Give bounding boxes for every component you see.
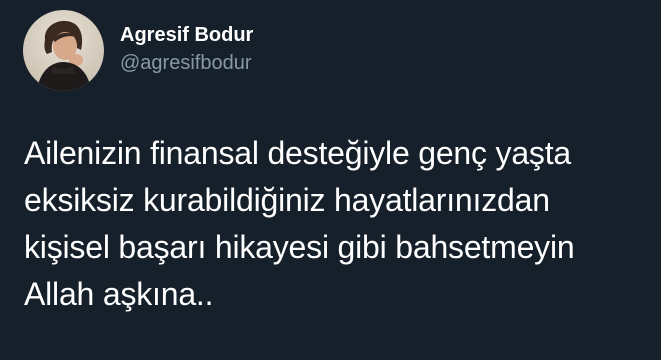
tweet-text-line: Ailenizin finansal desteğiyle genç yaşta: [24, 135, 572, 171]
tweet-text: Ailenizin finansal desteğiyle genç yaşta…: [24, 130, 654, 318]
author-names: Agresif Bodur @agresifbodur: [120, 24, 253, 75]
author-handle[interactable]: @agresifbodur: [120, 51, 253, 75]
tweet-card: Agresif Bodur @agresifbodur Ailenizin fi…: [0, 0, 661, 360]
tweet-text-line: Allah aşkına..: [24, 276, 214, 312]
avatar-image: [23, 10, 104, 91]
tweet-text-line: kişisel başarı hikayesi gibi bahsetmeyin: [24, 229, 575, 265]
author-display-name[interactable]: Agresif Bodur: [120, 23, 253, 47]
tweet-header: Agresif Bodur @agresifbodur: [23, 10, 253, 91]
avatar[interactable]: [23, 10, 104, 91]
tweet-text-line: eksiksiz kurabildiğiniz hayatlarınızdan: [24, 182, 550, 218]
